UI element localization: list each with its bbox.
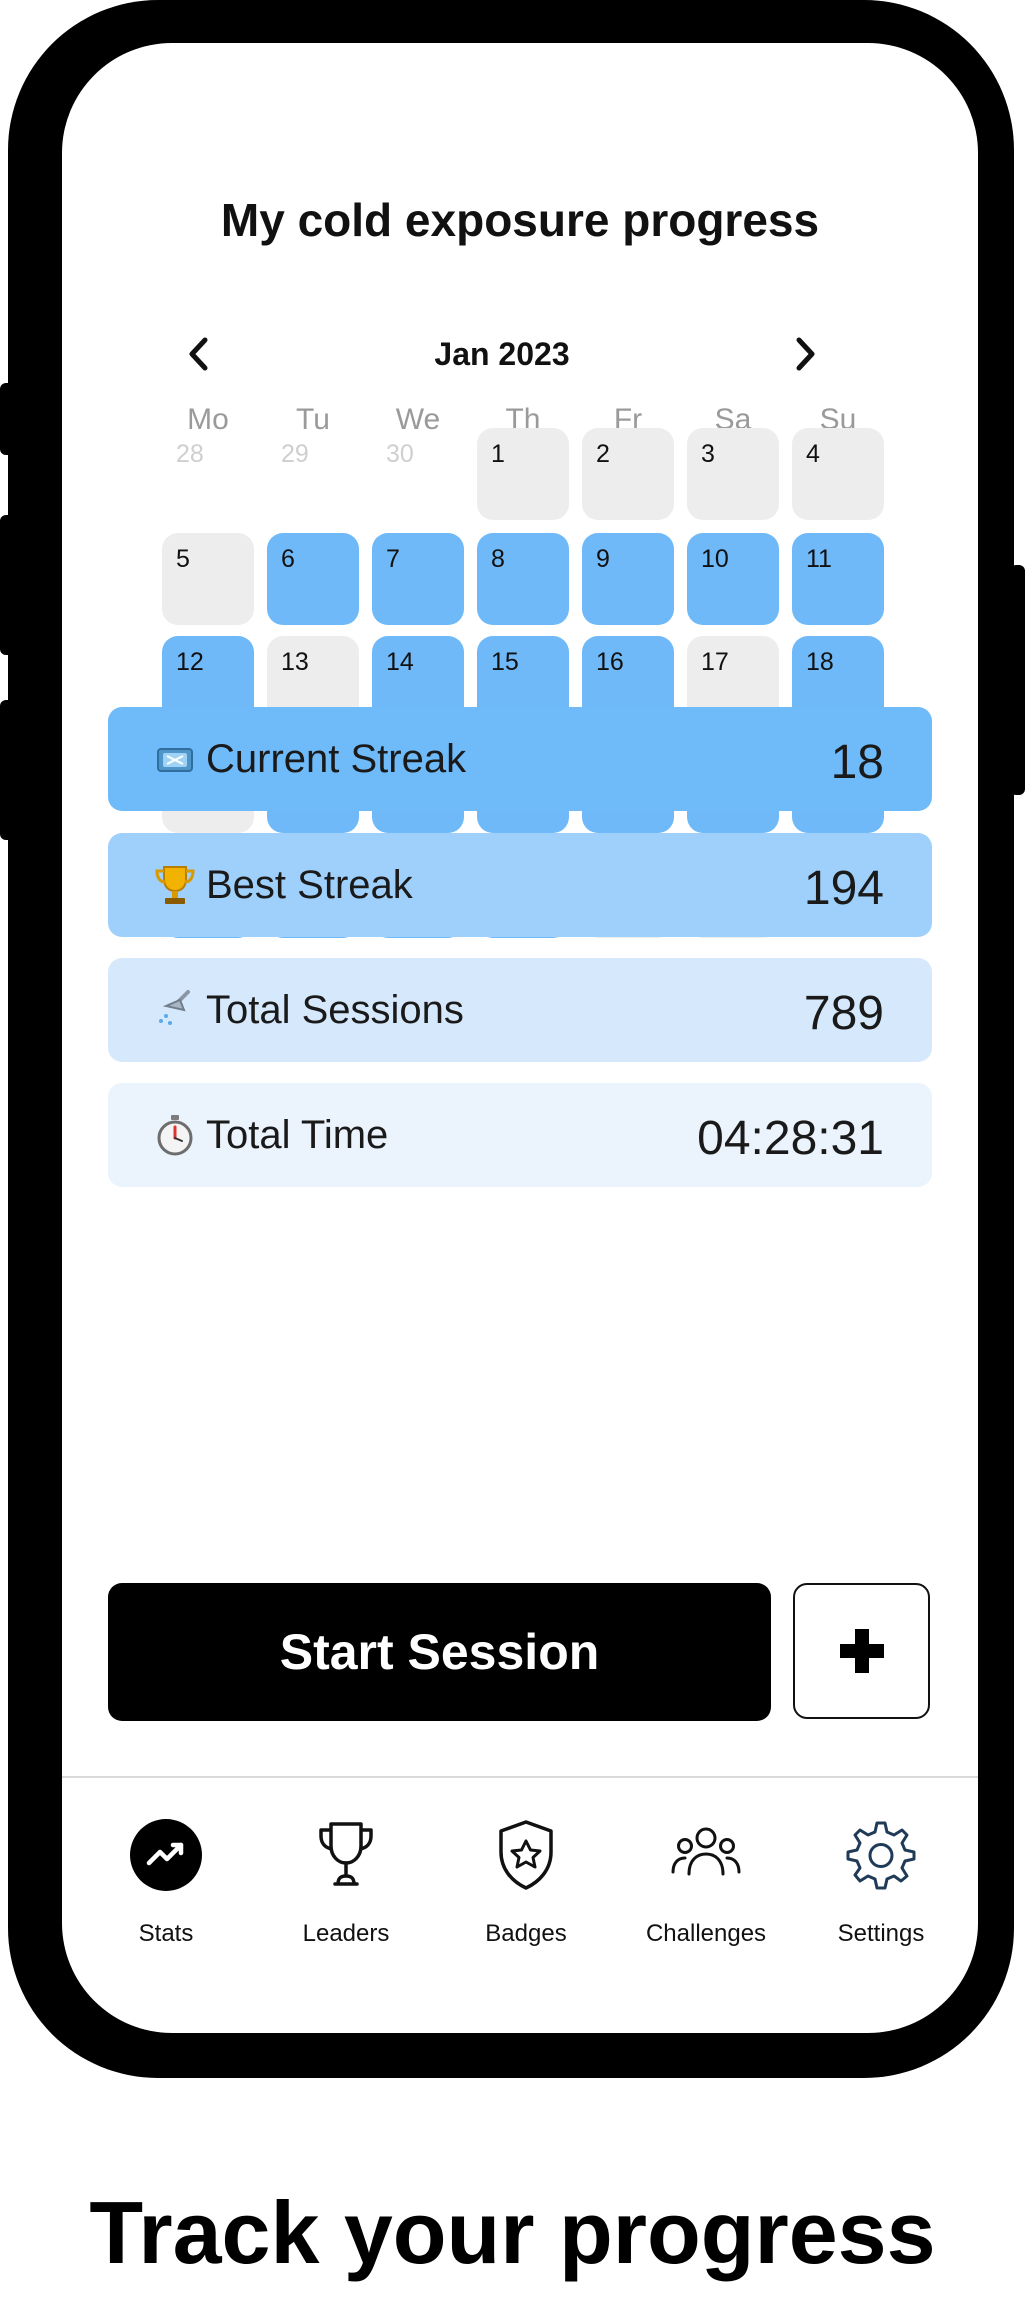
stopwatch-icon (157, 1115, 193, 1156)
day-number: 6 (281, 545, 295, 573)
tab-label: Stats (138, 1920, 194, 1947)
day-number: 1 (491, 440, 505, 468)
tab-label: Challenges (645, 1920, 767, 1947)
best-streak-label: Best Streak (206, 863, 413, 907)
trending-up-icon (130, 1819, 202, 1891)
total-sessions-value: 789 (803, 987, 884, 1040)
total-sessions-card: Total Sessions 789 (108, 958, 932, 1062)
day-number: 4 (806, 440, 820, 468)
day-number: 18 (806, 648, 834, 676)
day-number: 10 (701, 545, 729, 573)
day-number: 16 (596, 648, 624, 676)
day-number: 28 (176, 440, 204, 468)
calendar-day[interactable]: 9 (582, 533, 674, 625)
day-number: 15 (491, 648, 519, 676)
calendar-day[interactable]: 4 (792, 428, 884, 520)
day-number: 17 (701, 648, 729, 676)
total-time-value: 04:28:31 (697, 1112, 884, 1165)
total-time-card: Total Time 04:28:31 (108, 1083, 932, 1187)
day-number: 13 (281, 648, 309, 676)
marketing-caption: Track your progress (89, 2183, 936, 2282)
best-streak-value: 194 (803, 862, 884, 915)
calendar-day[interactable]: 6 (267, 533, 359, 625)
calendar-day[interactable]: 10 (687, 533, 779, 625)
users-icon (671, 1827, 741, 1876)
ice-cube-icon (157, 748, 193, 772)
trophy-icon (319, 1822, 373, 1886)
day-number: 5 (176, 545, 190, 573)
calendar-day[interactable]: 3 (687, 428, 779, 520)
calendar-day[interactable]: 11 (792, 533, 884, 625)
day-number: 11 (806, 545, 832, 573)
total-sessions-label: Total Sessions (206, 988, 464, 1032)
best-streak-card: Best Streak 194 (108, 833, 932, 937)
phone-frame: My cold exposure progress Jan 2023 Mo Tu… (8, 0, 1014, 2078)
month-label: Jan 2023 (434, 336, 570, 372)
day-number: 29 (281, 440, 309, 468)
calendar-day: 30 (372, 428, 464, 520)
tab-label: Settings (837, 1920, 925, 1947)
current-streak-card: Current Streak 18 (108, 707, 932, 811)
tab-challenges[interactable]: Challenges (621, 1818, 791, 1968)
shield-star-icon (499, 1820, 553, 1890)
day-number: 2 (596, 440, 610, 468)
total-time-label: Total Time (206, 1113, 389, 1157)
chevron-right-icon (796, 337, 815, 371)
tab-badges[interactable]: Badges (441, 1818, 611, 1968)
gear-icon (846, 1821, 916, 1890)
day-number: 8 (491, 545, 505, 573)
calendar-day[interactable]: 8 (477, 533, 569, 625)
current-streak-label: Current Streak (206, 737, 467, 781)
day-number: 12 (176, 648, 204, 676)
current-streak-value: 18 (830, 736, 884, 789)
add-session-button[interactable] (793, 1583, 930, 1719)
day-number: 7 (386, 545, 400, 573)
start-session-button[interactable]: Start Session (108, 1583, 771, 1721)
plus-icon (839, 1629, 884, 1673)
calendar-day[interactable]: 5 (162, 533, 254, 625)
tab-label: Badges (485, 1920, 567, 1947)
tab-settings[interactable]: Settings (796, 1818, 966, 1968)
calendar-day: 29 (267, 428, 359, 520)
day-number: 14 (386, 648, 414, 676)
day-number: 9 (596, 545, 610, 573)
calendar-day: 28 (162, 428, 254, 520)
next-month-button[interactable] (783, 328, 827, 380)
shower-icon (159, 990, 190, 1025)
page-title: My cold exposure progress (220, 194, 820, 246)
month-navigator: Jan 2023 (177, 328, 827, 380)
calendar-day[interactable]: 1 (477, 428, 569, 520)
day-number: 3 (701, 440, 715, 468)
trophy-icon (155, 866, 195, 904)
calendar-day[interactable]: 2 (582, 428, 674, 520)
tab-stats[interactable]: Stats (81, 1818, 251, 1968)
tab-bar-divider (62, 1776, 978, 1778)
tab-leaders[interactable]: Leaders (261, 1818, 431, 1968)
app-screen: My cold exposure progress Jan 2023 Mo Tu… (62, 43, 978, 2033)
tab-label: Leaders (302, 1920, 390, 1947)
day-number: 30 (386, 440, 414, 468)
calendar-day[interactable]: 7 (372, 533, 464, 625)
